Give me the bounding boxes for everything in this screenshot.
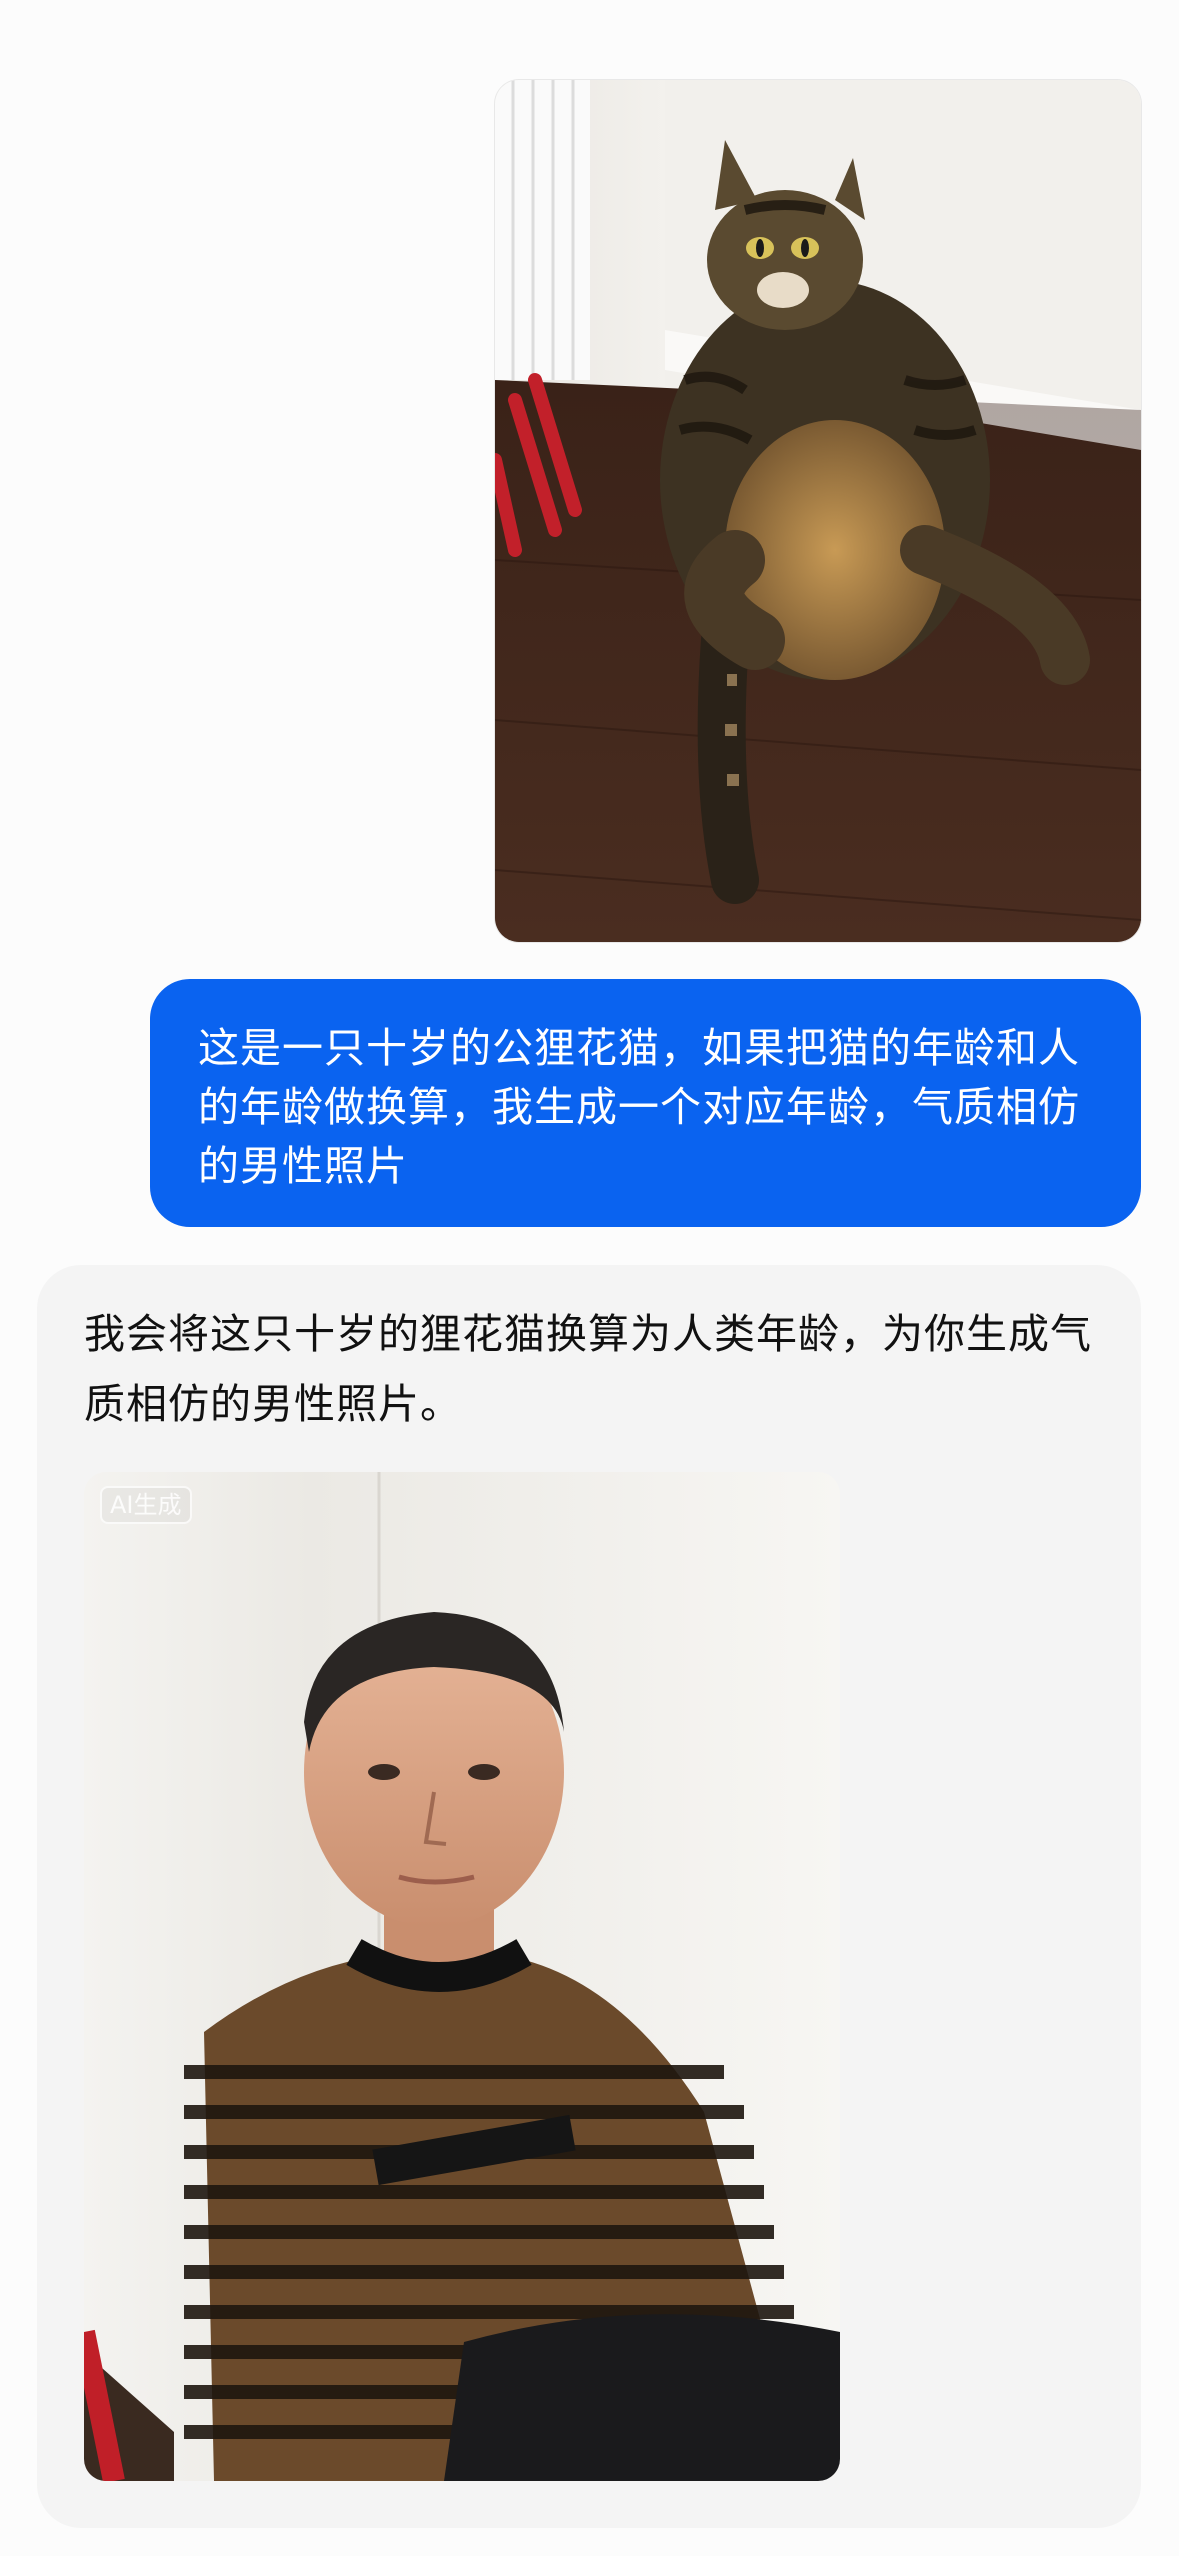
assistant-generated-photo[interactable] xyxy=(84,1472,840,2481)
cat-photo-illustration xyxy=(495,80,1141,942)
ai-generated-badge: AI生成 xyxy=(100,1486,192,1524)
user-message-text: 这是一只十岁的公狸花猫，如果把猫的年龄和人的年龄做换算，我生成一个对应年龄，气质… xyxy=(198,1024,1080,1190)
user-message-bubble[interactable]: 这是一只十岁的公狸花猫，如果把猫的年龄和人的年龄做换算，我生成一个对应年龄，气质… xyxy=(150,979,1141,1227)
assistant-message-text: 我会将这只十岁的狸花猫换算为人类年龄，为你生成气质相仿的男性照片。 xyxy=(84,1310,1092,1428)
user-photo-cat[interactable] xyxy=(495,80,1141,942)
generated-man-photo-illustration xyxy=(84,1472,840,2481)
